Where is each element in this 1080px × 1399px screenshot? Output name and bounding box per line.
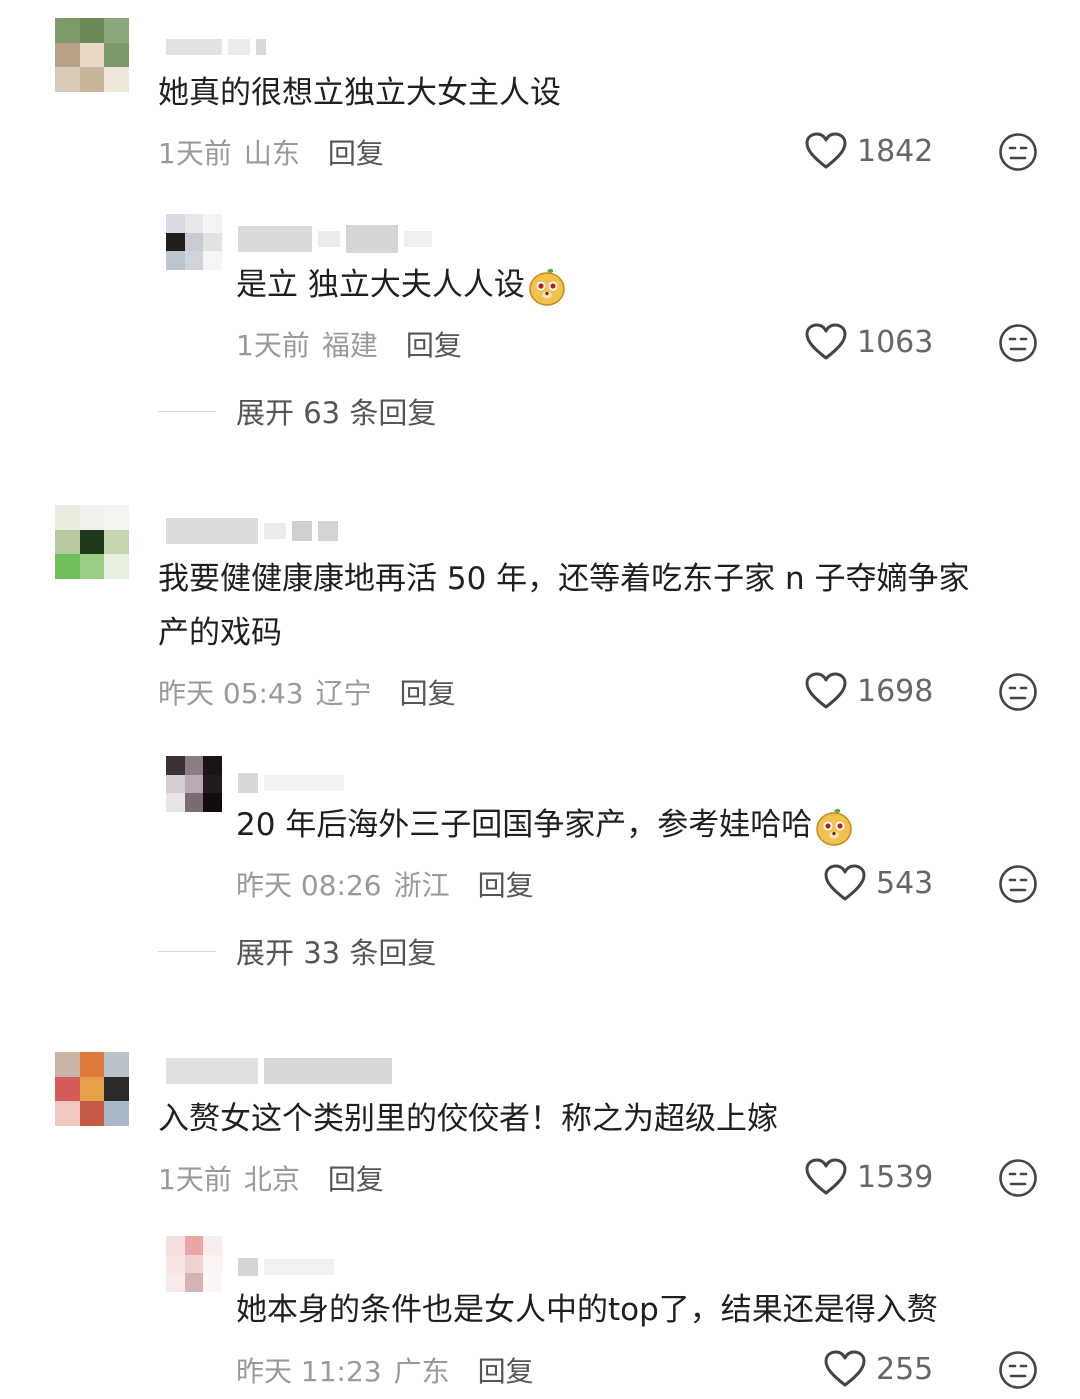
avatar[interactable] [166, 214, 222, 270]
username-blurred[interactable] [238, 225, 432, 253]
meerkat-emoji-icon [527, 267, 567, 307]
reply-button[interactable]: 回复 [328, 132, 384, 172]
heart-outline-icon [824, 1350, 866, 1388]
heart-outline-icon [824, 864, 866, 902]
comment-text: 她真的很想立独立大女主人设 [158, 75, 561, 111]
like-button[interactable]: 255 [824, 1350, 933, 1388]
reply-time: 昨天 11:23 [236, 1355, 382, 1388]
heart-outline-icon [805, 132, 847, 170]
like-count: 1063 [857, 324, 934, 360]
comment-meta: 1天前 山东 回复 [158, 132, 384, 172]
meh-face-icon[interactable] [998, 1158, 1038, 1198]
reply-text-content: 20 年后海外三子回国争家产，参考娃哈哈 [236, 807, 813, 843]
heart-outline-icon [805, 672, 847, 710]
reply-location: 浙江 [393, 869, 450, 902]
comment-time: 1天前 [158, 1163, 232, 1196]
like-count: 1698 [857, 673, 934, 709]
reply-text: 是立 独立大夫人人设 [236, 258, 567, 312]
avatar[interactable] [166, 1236, 222, 1292]
heart-outline-icon [805, 1158, 847, 1196]
comment-location: 北京 [243, 1163, 300, 1196]
reply-meta: 昨天 08:26 浙江 回复 [236, 864, 534, 904]
comment-text-line2: 产的戏码 [158, 615, 282, 651]
avatar[interactable] [55, 1052, 129, 1126]
comment-meta: 1天前 北京 回复 [158, 1158, 384, 1198]
meh-face-icon[interactable] [998, 1350, 1038, 1390]
like-button[interactable]: 1842 [805, 132, 933, 170]
reply-meta: 1天前 福建 回复 [236, 324, 462, 364]
divider-line [158, 950, 216, 952]
meh-face-icon[interactable] [998, 323, 1038, 363]
avatar[interactable] [55, 505, 129, 579]
username-blurred[interactable] [166, 36, 266, 58]
username-blurred[interactable] [238, 1256, 334, 1278]
reply-location: 广东 [393, 1355, 450, 1388]
expand-replies-button[interactable]: 展开 63 条回复 [158, 390, 436, 432]
comment-text: 入赘女这个类别里的佼佼者！称之为超级上嫁 [158, 1101, 778, 1137]
like-button[interactable]: 1539 [805, 1158, 933, 1196]
like-count: 1842 [857, 133, 934, 169]
reply-time: 1天前 [236, 329, 310, 362]
username-blurred[interactable] [238, 772, 344, 794]
reply-meta: 昨天 11:23 广东 回复 [236, 1350, 534, 1390]
like-button[interactable]: 1698 [805, 672, 933, 710]
reply-button[interactable]: 回复 [406, 324, 462, 364]
like-count: 543 [876, 865, 934, 901]
expand-replies-button[interactable]: 展开 33 条回复 [158, 930, 436, 972]
reply-time: 昨天 08:26 [236, 869, 382, 902]
meerkat-emoji-icon [814, 807, 854, 847]
reply-text-content: 是立 独立大夫人人设 [236, 267, 525, 303]
heart-outline-icon [805, 323, 847, 361]
reply-text: 20 年后海外三子回国争家产，参考娃哈哈 [236, 798, 854, 852]
comment-text-line1: 我要健健康康地再活 50 年，还等着吃东子家 n 子夺嫡争家 [158, 561, 970, 597]
reply-button[interactable]: 回复 [400, 672, 456, 712]
reply-button[interactable]: 回复 [478, 864, 534, 904]
comment-location: 辽宁 [315, 677, 372, 710]
like-button[interactable]: 543 [824, 864, 933, 902]
expand-replies-label: 展开 63 条回复 [236, 396, 437, 430]
like-count: 1539 [857, 1159, 934, 1195]
reply-location: 福建 [321, 329, 378, 362]
username-blurred[interactable] [166, 1058, 392, 1084]
like-count: 255 [876, 1351, 934, 1387]
avatar[interactable] [166, 756, 222, 812]
comment-location: 山东 [243, 137, 300, 170]
meh-face-icon[interactable] [998, 672, 1038, 712]
comment-time: 1天前 [158, 137, 232, 170]
meh-face-icon[interactable] [998, 864, 1038, 904]
reply-text: 她本身的条件也是女人中的top了，结果还是得入赘 [236, 1292, 938, 1328]
reply-button[interactable]: 回复 [478, 1350, 534, 1390]
expand-replies-label: 展开 33 条回复 [236, 936, 437, 970]
comment-time: 昨天 05:43 [158, 677, 304, 710]
divider-line [158, 410, 216, 412]
reply-button[interactable]: 回复 [328, 1158, 384, 1198]
like-button[interactable]: 1063 [805, 323, 933, 361]
comment-meta: 昨天 05:43 辽宁 回复 [158, 672, 456, 712]
username-blurred[interactable] [166, 518, 338, 544]
meh-face-icon[interactable] [998, 132, 1038, 172]
avatar[interactable] [55, 18, 129, 92]
